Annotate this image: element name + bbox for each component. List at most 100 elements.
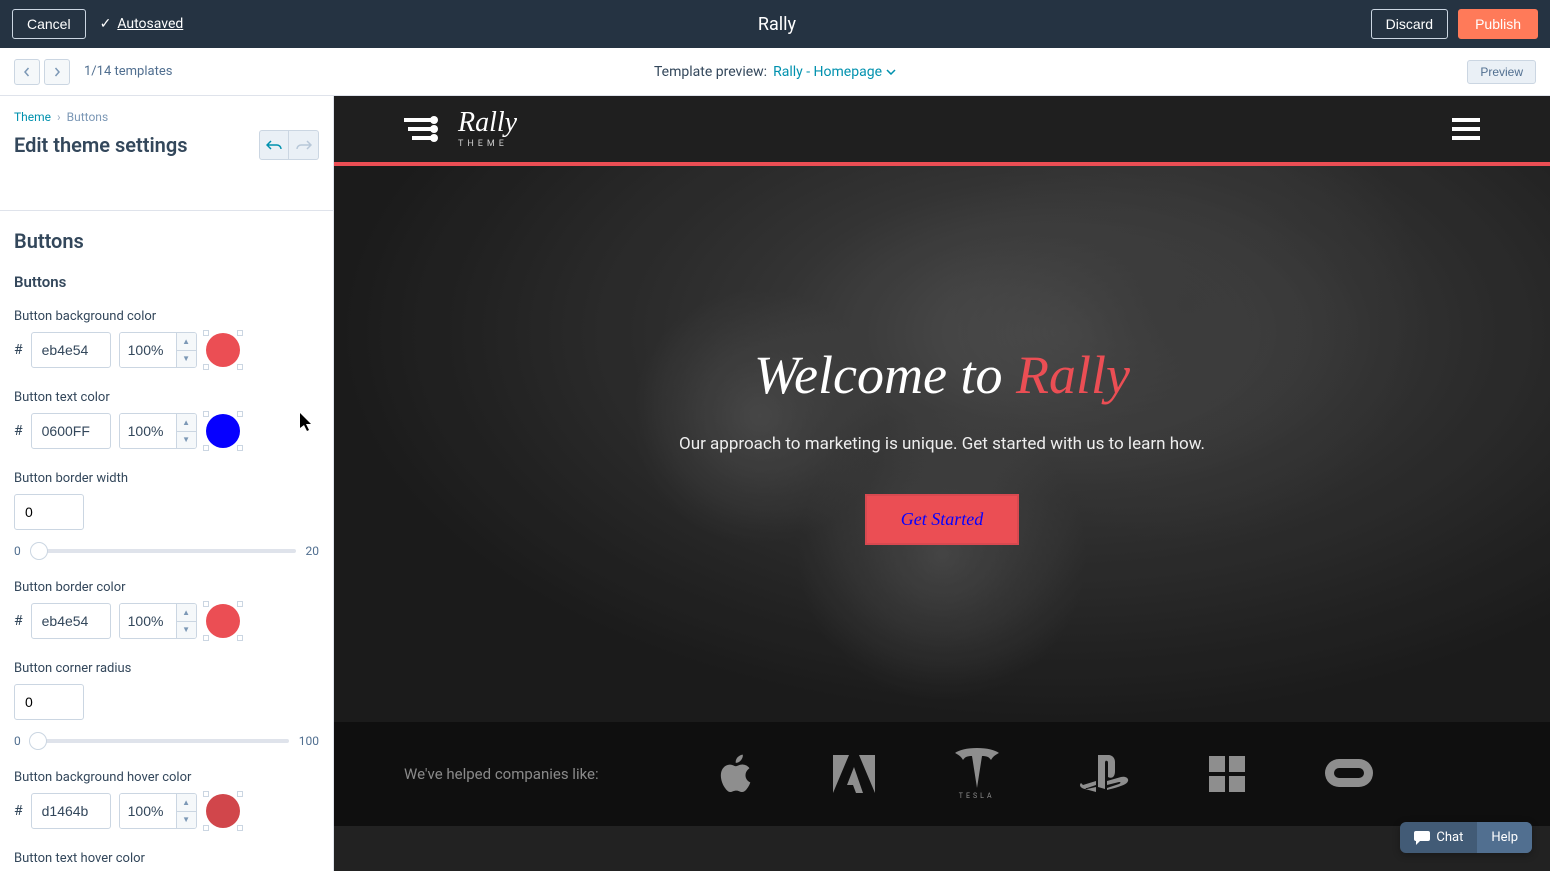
hash-symbol: # [14,803,23,819]
border-width-input[interactable] [14,494,84,530]
adobe-icon [833,755,875,793]
chat-icon [1414,831,1430,845]
bg-hover-opacity-input[interactable] [120,794,176,828]
border-color-opacity-input[interactable] [120,604,176,638]
text-color-hex-input[interactable] [31,413,111,449]
hash-symbol: # [14,342,23,358]
toolbar: 1/14 templates Template preview: Rally -… [0,48,1550,96]
bg-color-opacity-input[interactable] [120,333,176,367]
chevron-up-icon: ▲ [177,414,196,432]
field-bg-hover-color: Button background hover color # ▲▼ [14,770,319,829]
opacity-stepper[interactable]: ▲▼ [176,604,196,638]
undo-icon [266,139,282,151]
autosaved-status: ✓ Autosaved [100,16,184,32]
redo-button[interactable] [289,130,319,160]
section-title: Buttons [14,229,319,253]
chevron-right-icon: › [57,110,61,124]
settings-sidebar: Theme › Buttons Edit theme settings Butt… [0,96,334,871]
field-label: Button text color [14,390,319,405]
bg-color-hex-input[interactable] [31,332,111,368]
border-color-hex-input[interactable] [31,603,111,639]
hash-symbol: # [14,613,23,629]
hero-title-accent: Rally [1016,345,1130,405]
playstation-icon [1079,755,1129,793]
discard-button[interactable]: Discard [1371,9,1448,39]
autosaved-link[interactable]: Autosaved [117,16,183,32]
bg-color-swatch[interactable] [205,332,241,368]
chevron-left-icon [22,67,32,77]
hero-subtitle: Our approach to marketing is unique. Get… [679,434,1205,454]
panel-title: Edit theme settings [14,133,188,157]
opacity-stepper[interactable]: ▲▼ [176,333,196,367]
chevron-down-icon: ▼ [177,812,196,829]
slider-max: 100 [299,734,319,748]
chevron-down-icon: ▼ [177,432,196,449]
hero-title: Welcome to Rally [679,344,1205,406]
publish-button[interactable]: Publish [1458,9,1538,39]
next-template-button[interactable] [44,59,70,85]
hash-symbol: # [14,423,23,439]
breadcrumb-current: Buttons [67,110,109,124]
hamburger-menu-button[interactable] [1452,113,1480,145]
prev-template-button[interactable] [14,59,40,85]
tesla-icon: TESLA [955,748,999,800]
site-header: Rally THEME [334,96,1550,166]
oculus-icon [1325,759,1373,789]
template-preview-dropdown[interactable]: Rally - Homepage [773,64,896,80]
logos-label: We've helped companies like: [404,765,599,783]
page-title: Rally [183,14,1370,35]
top-bar: Cancel ✓ Autosaved Rally Discard Publish [0,0,1550,48]
field-label: Button corner radius [14,661,319,676]
field-border-color: Button border color # ▲▼ [14,580,319,639]
field-bg-color: Button background color # ▲▼ [14,309,319,368]
template-counter: 1/14 templates [84,64,172,79]
field-label: Button border width [14,471,319,486]
redo-icon [296,139,312,151]
field-label: Button border color [14,580,319,595]
undo-button[interactable] [259,130,289,160]
microsoft-icon [1209,756,1245,792]
breadcrumb-theme-link[interactable]: Theme [14,110,51,124]
preview-button[interactable]: Preview [1467,60,1536,84]
chevron-down-icon: ▼ [177,351,196,368]
template-preview-value: Rally - Homepage [773,64,882,80]
check-icon: ✓ [100,16,112,32]
slider-handle-icon[interactable] [29,732,47,750]
chevron-down-icon [886,69,896,75]
bg-hover-swatch[interactable] [205,793,241,829]
bg-hover-hex-input[interactable] [31,793,111,829]
chat-label: Chat [1436,830,1463,845]
logo-icon [404,114,440,144]
field-border-width: Button border width 0 20 [14,471,319,558]
hero-section: Welcome to Rally Our approach to marketi… [334,166,1550,722]
corner-radius-slider[interactable] [31,739,289,743]
cancel-button[interactable]: Cancel [12,9,86,39]
chevron-up-icon: ▲ [177,794,196,812]
opacity-stepper[interactable]: ▲▼ [176,414,196,448]
corner-radius-input[interactable] [14,684,84,720]
chevron-down-icon: ▼ [177,622,196,639]
text-color-swatch[interactable] [205,413,241,449]
site-brand-sub: THEME [458,139,517,149]
border-width-slider[interactable] [31,549,296,553]
field-text-hover-color: Button text hover color [14,851,319,866]
opacity-stepper[interactable]: ▲▼ [176,794,196,828]
apple-icon [719,754,753,794]
get-started-button[interactable]: Get Started [865,494,1020,545]
help-button[interactable]: Help [1477,822,1532,853]
slider-min: 0 [14,544,21,558]
text-color-opacity-input[interactable] [120,414,176,448]
slider-max: 20 [306,544,320,558]
template-preview-label: Template preview: [654,64,767,80]
field-label: Button background hover color [14,770,319,785]
site-brand-name: Rally [458,109,517,137]
field-corner-radius: Button corner radius 0 100 [14,661,319,748]
chat-help-widget: Chat Help [1400,822,1532,853]
border-color-swatch[interactable] [205,603,241,639]
hero-title-prefix: Welcome to [754,345,1016,405]
preview-pane: Rally THEME Welcome to Rally Our approac… [334,96,1550,871]
slider-handle-icon[interactable] [30,542,48,560]
chat-button[interactable]: Chat [1400,822,1477,853]
hamburger-icon [1452,118,1480,122]
subsection-title: Buttons [14,273,319,291]
